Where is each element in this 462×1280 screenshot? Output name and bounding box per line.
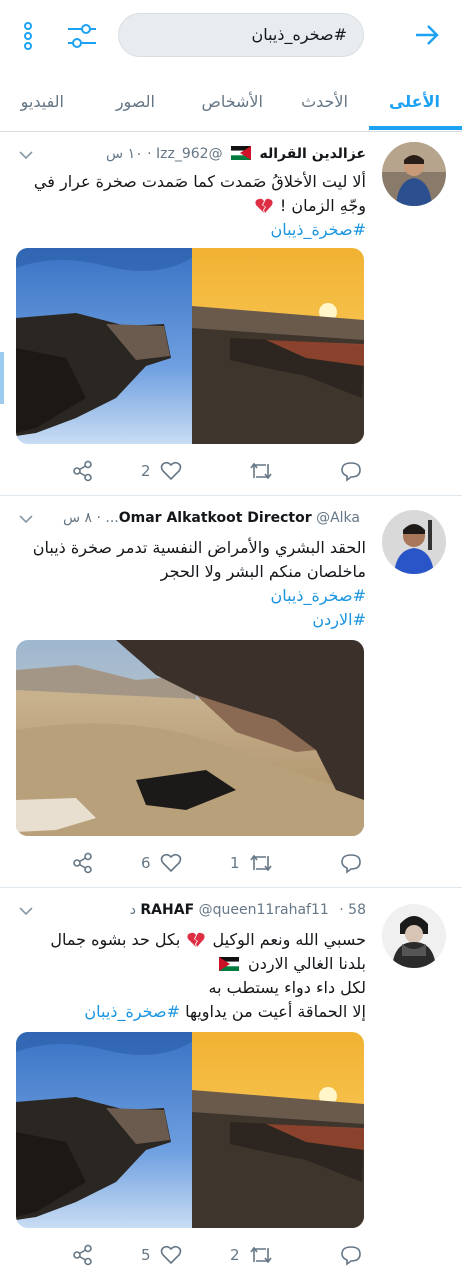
tweet[interactable]: RAHAF @queen11rahaf11 · 58 د حسبي الله و… xyxy=(0,888,462,1280)
tweet-header: عزالدين القراله @Izz_962 · ١٠ س xyxy=(106,146,366,162)
avatar[interactable] xyxy=(382,904,446,968)
broken-heart-icon xyxy=(187,932,205,947)
reply-icon[interactable] xyxy=(340,460,362,482)
tweet-image[interactable] xyxy=(16,1032,364,1228)
tweet-actions: 2 xyxy=(0,460,462,484)
heart-icon[interactable] xyxy=(160,1244,182,1266)
reply-icon[interactable] xyxy=(340,1244,362,1266)
more-vertical-icon[interactable] xyxy=(20,22,36,50)
share-icon[interactable] xyxy=(72,852,94,874)
top-bar: #صخره_ذيبان xyxy=(0,0,462,82)
heart-icon[interactable] xyxy=(160,852,182,874)
retweet-count: 1 xyxy=(230,854,240,872)
heart-icon[interactable] xyxy=(160,460,182,482)
tab-photos[interactable]: الصور xyxy=(116,92,155,111)
share-icon[interactable] xyxy=(72,1244,94,1266)
jordan-flag-icon xyxy=(218,957,239,971)
chevron-down-icon[interactable] xyxy=(18,906,34,916)
tab-people[interactable]: الأشخاص xyxy=(201,92,263,111)
hashtag-link[interactable]: #صخرة_ذيبان xyxy=(84,1002,180,1021)
tweet-header: Omar Alkatkoot Director @Alka... · ٨ س xyxy=(62,510,360,526)
share-icon[interactable] xyxy=(72,460,94,482)
tweet-text: ألا ليت الأخلاقُ صَمدت كما صَمدت صخرة عر… xyxy=(16,170,366,218)
search-input[interactable]: #صخره_ذيبان xyxy=(118,13,364,57)
avatar[interactable] xyxy=(382,510,446,574)
display-name[interactable]: RAHAF xyxy=(140,902,194,918)
back-arrow-icon[interactable] xyxy=(414,24,440,46)
retweet-icon[interactable] xyxy=(248,1244,274,1266)
tweet-line: بكل حد بشوه جمال xyxy=(50,930,181,949)
retweet-icon[interactable] xyxy=(248,852,274,874)
handle[interactable]: @Izz_962 xyxy=(156,146,223,162)
tweet[interactable]: Omar Alkatkoot Director @Alka... · ٨ س ا… xyxy=(0,496,462,888)
tweet-image[interactable] xyxy=(16,248,364,444)
jordan-flag-icon xyxy=(231,146,252,160)
like-count: 6 xyxy=(141,854,151,872)
retweet-count: 2 xyxy=(230,1246,240,1264)
active-tab-indicator xyxy=(369,126,462,130)
tweet-actions: 6 1 xyxy=(0,852,462,876)
tweet-image[interactable] xyxy=(16,640,364,836)
tweet-line: حسبي الله ونعم الوكيل xyxy=(212,930,366,949)
tweet[interactable]: عزالدين القراله @Izz_962 · ١٠ س ألا ليت … xyxy=(0,132,462,496)
tab-top[interactable]: الأعلى xyxy=(389,92,440,111)
handle[interactable]: @queen11rahaf11 xyxy=(199,902,329,918)
hashtag-link[interactable]: #صخرة_ذيبان xyxy=(16,218,366,242)
tweet-actions: 5 2 xyxy=(0,1244,462,1268)
like-count: 5 xyxy=(141,1246,151,1264)
tab-latest[interactable]: الأحدث xyxy=(301,92,348,111)
tab-videos[interactable]: الفيديو xyxy=(21,92,64,111)
avatar[interactable] xyxy=(382,142,446,206)
tweet-header: RAHAF @queen11rahaf11 · 58 د xyxy=(129,902,366,918)
timestamp: ٨ س xyxy=(62,510,93,526)
filter-sliders-icon[interactable] xyxy=(66,22,98,50)
reply-icon[interactable] xyxy=(340,852,362,874)
tweet-text: حسبي الله ونعم الوكيل بكل حد بشوه جمال ب… xyxy=(16,928,366,1024)
like-count: 2 xyxy=(141,462,151,480)
tweet-line: بلدنا الغالي الاردن xyxy=(248,954,366,973)
tweet-line: ألا ليت الأخلاقُ صَمدت كما صَمدت صخرة عر… xyxy=(33,172,366,191)
tweet-line: وجّهِ الزمان ! xyxy=(279,196,366,215)
tweet-text: الحقد البشري والأمراض النفسية تدمر صخرة … xyxy=(16,536,366,584)
retweet-icon[interactable] xyxy=(248,460,274,482)
tweet-line: لكل داء دواء يستطب به xyxy=(208,978,366,997)
display-name[interactable]: Omar Alkatkoot Director xyxy=(119,510,312,526)
chevron-down-icon[interactable] xyxy=(18,150,34,160)
search-tabs: الأعلى الأحدث الأشخاص الصور الفيديو xyxy=(0,82,462,132)
timestamp: ١٠ س xyxy=(106,146,143,162)
display-name[interactable]: عزالدين القراله xyxy=(259,146,366,162)
broken-heart-icon xyxy=(255,198,273,213)
hashtag-link[interactable]: #صخرة_ذيبان #الاردن xyxy=(16,584,366,632)
tweet-line: ماخلصان منكم البشر ولا الحجر xyxy=(160,562,366,581)
tweet-line: الحقد البشري والأمراض النفسية تدمر صخرة … xyxy=(32,538,366,557)
chevron-down-icon[interactable] xyxy=(18,514,34,524)
tweet-line: إلا الحماقة أعيت من يداويها xyxy=(185,1002,366,1021)
